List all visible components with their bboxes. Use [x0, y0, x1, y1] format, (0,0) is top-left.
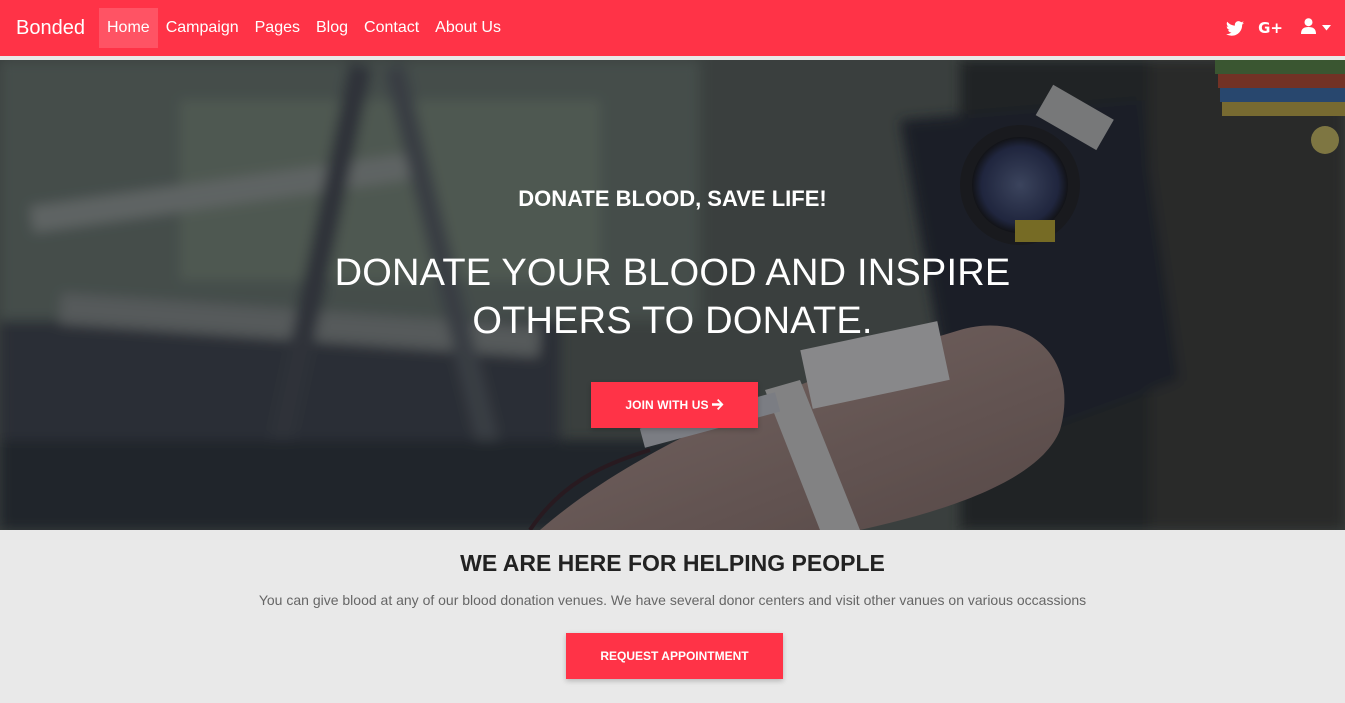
helping-people-section: WE ARE HERE FOR HELPING PEOPLE You can g… — [0, 530, 1345, 703]
nav-item-campaign[interactable]: Campaign — [158, 8, 247, 48]
join-with-us-button[interactable]: JOIN WITH US — [591, 382, 758, 428]
nav-item-contact[interactable]: Contact — [356, 8, 427, 48]
nav-item-home[interactable]: Home — [99, 8, 158, 48]
user-icon — [1301, 17, 1316, 39]
brand-logo[interactable]: Bonded — [16, 15, 85, 41]
social-user-links: G+ — [1212, 15, 1331, 41]
section-title: WE ARE HERE FOR HELPING PEOPLE — [460, 550, 885, 576]
nav-item-about-us[interactable]: About Us — [427, 8, 509, 48]
google-plus-icon[interactable]: G+ — [1258, 15, 1283, 41]
hero-content: DONATE BLOOD, SAVE LIFE! DONATE YOUR BLO… — [0, 60, 1345, 530]
arrow-right-icon — [711, 397, 724, 413]
nav-item-pages[interactable]: Pages — [247, 8, 308, 48]
caret-down-icon — [1322, 25, 1331, 31]
twitter-icon[interactable] — [1226, 15, 1245, 41]
top-navbar: Bonded Home Campaign Pages Blog Contact … — [0, 0, 1345, 56]
request-appointment-button[interactable]: REQUEST APPOINTMENT — [566, 633, 783, 679]
hero-headline-line-2: OTHERS TO DONATE. — [472, 300, 873, 342]
hero-headline: DONATE YOUR BLOOD AND INSPIRE OTHERS TO … — [0, 249, 1345, 345]
hero-kicker: DONATE BLOOD, SAVE LIFE! — [518, 186, 827, 211]
section-description: You can give blood at any of our blood d… — [258, 592, 1087, 608]
join-with-us-label: JOIN WITH US — [625, 398, 709, 412]
user-menu-toggle[interactable] — [1301, 15, 1331, 41]
nav-item-blog[interactable]: Blog — [308, 8, 356, 48]
hero-banner: DONATE BLOOD, SAVE LIFE! DONATE YOUR BLO… — [0, 60, 1345, 530]
main-nav: Home Campaign Pages Blog Contact About U… — [99, 8, 509, 48]
hero-headline-line-1: DONATE YOUR BLOOD AND INSPIRE — [334, 252, 1011, 294]
